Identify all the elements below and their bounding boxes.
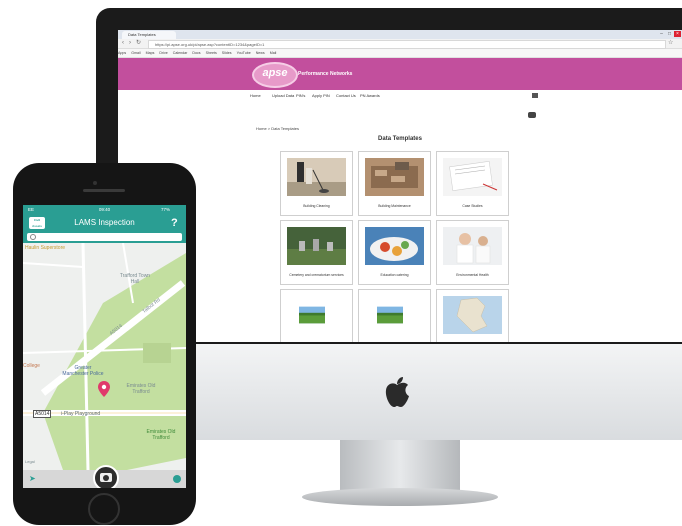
tile-case-studies[interactable]: Case Studies [436,151,509,216]
forward-icon[interactable]: › [129,40,131,47]
tile-grounds-2[interactable] [358,289,431,342]
tile-education-catering[interactable]: Education catering [358,220,431,285]
tile-map[interactable] [436,289,509,342]
imac-stand-foot [302,488,498,506]
case-studies-photo [443,158,502,196]
close-icon[interactable]: × [674,31,681,37]
bookmark-item[interactable]: Gmail [131,51,140,55]
search-input[interactable] [27,233,182,241]
catering-photo [365,227,424,265]
minimize-icon[interactable]: – [658,31,665,37]
nav-item[interactable]: PN Awards [360,91,380,101]
camera-icon [100,473,112,482]
battery-label: 77% [161,207,171,212]
tile-cemetery[interactable]: Cemetery and crematorium services [280,220,353,285]
bookmark-item[interactable]: YouTube [237,51,251,55]
map-label-emirates: Emirates Old Trafford [146,429,176,441]
grass-photo [299,306,325,324]
front-camera [93,181,97,185]
site-nav: Home Upload Data PIN's Apply PIN Contact Us P… [118,91,682,101]
bookmarks-bar: Apps Gmail Maps Drive Calendar Docs Sheets Slid… [118,49,682,58]
map-label-playground: i-Play Playground [61,411,101,417]
cemetery-photo [287,227,346,265]
imac-stand [340,440,460,492]
back-icon[interactable]: ‹ [122,40,124,47]
location-pin-icon[interactable] [98,381,110,397]
cart-icon[interactable] [532,93,538,98]
grass-photo [377,306,403,324]
nav-item[interactable]: Home [250,91,261,101]
map-label-emirates-district: Emirates Old Trafford [126,383,156,395]
bookmark-item[interactable]: Docs [192,51,200,55]
site-subtitle: Performance Networks [298,71,353,77]
nav-item[interactable]: Contact Us [336,91,356,101]
help-icon[interactable]: ? [171,215,178,231]
map-view[interactable]: Haulin Superstore Trafford Town Hall Tal… [23,243,186,470]
tile-caption: Cemetery and crematorium services [289,273,344,277]
earpiece-speaker [83,189,125,192]
compass-icon[interactable]: ➤ [29,475,37,483]
url-input[interactable]: https://pi.apse.org.uk/pi/apse.asp?conte… [148,40,666,49]
reload-icon[interactable]: ↻ [136,40,141,47]
maintenance-photo [365,158,424,196]
user-icon[interactable] [528,112,536,118]
browser-tab[interactable]: Data Templates [122,31,176,39]
tile-caption: Building Cleaning [303,204,330,208]
tile-caption: Education catering [380,273,409,277]
tile-building-maintenance[interactable]: Building Maintenance [358,151,431,216]
tile-building-cleaning[interactable]: Building Cleaning [280,151,353,216]
nav-item[interactable]: Upload Data [272,91,294,101]
desktop-browser-window: Data Templates – □ × ‹ › ↻ https://pi.ap… [118,30,682,342]
page-title: Data Templates [378,136,422,142]
bookmark-item[interactable]: Calendar [173,51,188,55]
map-label-college: College [23,363,40,369]
camera-button[interactable] [93,465,119,488]
tile-caption: Building Maintenance [378,204,411,208]
home-button[interactable] [88,493,120,525]
apse-logo[interactable]: apse [252,62,298,88]
tile-caption: Case Studies [462,204,483,208]
map-label-superstore: Haulin Superstore [25,245,66,251]
bottom-toolbar: ➤ [23,465,186,488]
map-label-police: Greater Manchester Police [62,365,104,377]
browser-tab-bar: Data Templates – □ × [118,30,682,39]
search-icon [30,234,36,240]
address-bar-row: ‹ › ↻ https://pi.apse.org.uk/pi/apse.asp… [118,39,682,49]
maximize-icon[interactable]: □ [666,31,673,37]
nav-item[interactable]: PIN's [296,91,305,101]
road-number-badge: A5014 [33,410,52,418]
bookmark-item[interactable]: Apps [118,51,126,55]
tile-caption: Environmental Health [456,273,489,277]
tile-grounds-1[interactable] [280,289,353,342]
search-bar [23,231,186,243]
map-legal-link[interactable]: Legal [25,459,35,465]
smartphone: EE 09:40 77% Civil Assets LAMS Inspectio… [13,163,196,525]
breadcrumb[interactable]: Home > Data Templates [256,126,299,131]
settings-icon[interactable] [173,475,181,483]
bookmark-item[interactable]: Slides [222,51,232,55]
map-photo [443,296,502,334]
bookmark-item[interactable]: News [256,51,265,55]
bookmark-item[interactable]: Mail [270,51,277,55]
nav-item[interactable]: Apply PIN [312,91,330,101]
map-label-trafford-town-hall: Trafford Town Hall [119,273,151,285]
cleaning-photo [287,158,346,196]
phone-screen: EE 09:40 77% Civil Assets LAMS Inspectio… [23,205,186,488]
site-header: apse Performance Networks [118,58,682,90]
bookmark-item[interactable]: Sheets [206,51,217,55]
apple-logo-icon [385,377,409,407]
app-title: LAMS Inspection [74,218,135,227]
bookmark-item[interactable]: Drive [159,51,167,55]
environmental-health-photo [443,227,502,265]
status-bar: EE 09:40 77% [23,205,186,215]
bookmark-item[interactable]: Maps [146,51,155,55]
tile-environmental-health[interactable]: Environmental Health [436,220,509,285]
star-icon[interactable]: ☆ [668,40,673,47]
app-header: Civil Assets LAMS Inspection ? [23,215,186,231]
